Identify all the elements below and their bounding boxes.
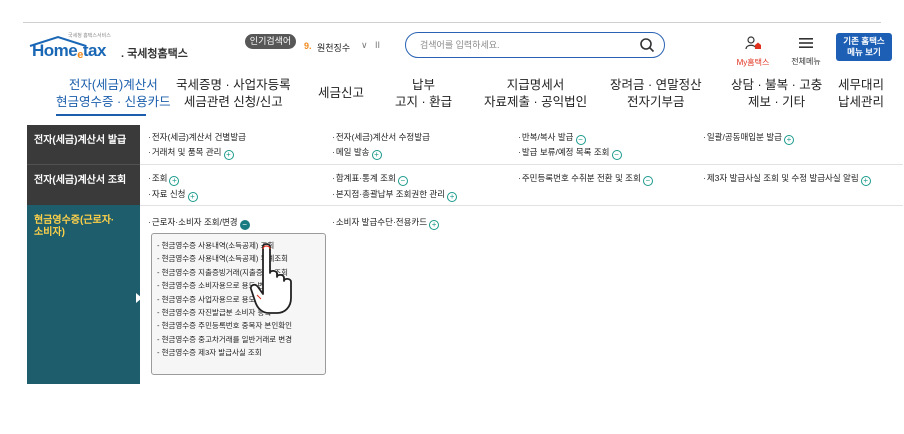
logo-org-name: . 국세청홈택스	[121, 48, 188, 60]
nav-consulting-line1: 상담 · 불복 · 고충	[731, 78, 823, 92]
submenu-item[interactable]: - 현금영수증 중고차거래를 일반거래로 변경	[157, 333, 325, 346]
nav-e-invoice[interactable]: 전자(세금)계산서 현금영수증 · 신용카드	[56, 77, 171, 111]
top-divider	[23, 22, 881, 23]
plus-icon: +	[783, 135, 794, 145]
link-invoice-single-issue[interactable]: 전자(세금)계산서 건별발급	[148, 131, 246, 143]
link-bulk-purchase-issue[interactable]: 일괄/공동매입분 발급+	[703, 131, 794, 145]
link-partner-item-manage[interactable]: 거래처 및 품목 관리+	[148, 146, 234, 160]
minus-icon: −	[642, 176, 653, 186]
nav-consulting[interactable]: 상담 · 불복 · 고충 제보 · 기타	[731, 77, 822, 111]
link-consumer-card[interactable]: 소비자 발급수단·전용카드+	[332, 216, 440, 230]
search-input[interactable]	[420, 37, 630, 53]
link-invoice-amend[interactable]: 전자(세금)계산서 수정발급	[332, 131, 430, 143]
plus-icon: +	[187, 192, 198, 202]
nav-tax-agent[interactable]: 세무대리 납세관리	[838, 77, 884, 111]
section-cash-receipt[interactable]: 현금영수증(근로자· 소비자)	[27, 205, 140, 384]
link-branch-permission[interactable]: 본지점·총괄납부 조회권한 관리+	[332, 188, 458, 202]
plus-icon: +	[223, 150, 234, 160]
link-hold-scheduled-list[interactable]: 발급 보류/예정 목록 조회−	[518, 146, 622, 160]
chevron-down-icon[interactable]: ∨	[361, 40, 368, 51]
minus-icon: −	[239, 220, 250, 230]
submenu-item[interactable]: - 현금영수증 제3자 발급사실 조회	[157, 346, 325, 359]
nav-tax-agent-line2: 납세관리	[838, 95, 885, 109]
plus-icon: +	[371, 150, 382, 160]
plus-icon: +	[860, 176, 871, 186]
nav-payment-statement-line1: 지급명세서	[506, 78, 565, 92]
section-e-invoice-inquiry[interactable]: 전자(세금)계산서 조회	[27, 164, 140, 205]
submenu-pointer	[136, 293, 142, 303]
nav-payment-statement-line2: 자료제출 · 공익법인	[484, 95, 588, 109]
plus-icon: +	[447, 192, 458, 202]
section-cash-receipt-label-line1: 현금영수증(근로자·	[34, 215, 115, 226]
section-e-invoice-issue-label: 전자(세금)계산서 발급	[34, 135, 127, 146]
nav-incentives-line2: 전자기부금	[627, 95, 685, 109]
minus-icon: −	[575, 135, 586, 145]
link-data-request[interactable]: 자료 신청+	[148, 188, 198, 202]
legacy-menu-line2: 메뉴 보기	[847, 47, 881, 57]
link-resident-number-convert[interactable]: 주민등록번호 수취분 전환 및 조회−	[518, 172, 653, 186]
popular-rank-term[interactable]: 원천징수	[317, 41, 350, 54]
link-inquiry[interactable]: 조회+	[148, 172, 180, 186]
link-summary-stats[interactable]: 합계표·통계 조회−	[332, 172, 408, 186]
nav-tax-agent-line1: 세무대리	[838, 78, 885, 92]
legacy-menu-button[interactable]: 기존 홈택스 메뉴 보기	[836, 33, 892, 61]
nav-certificates-line2: 세금관련 신청/신고	[183, 95, 283, 109]
search-icon[interactable]	[639, 37, 655, 53]
section-e-invoice-inquiry-label: 전자(세금)계산서 조회	[34, 175, 127, 186]
submenu-item[interactable]: - 현금영수증 주민등록번호 중복자 본인확인	[157, 319, 325, 332]
nav-active-underline	[56, 114, 146, 116]
nav-payment-line2: 고지 · 환급	[395, 95, 453, 109]
row-divider	[140, 205, 903, 206]
popular-rank-number: 9.	[304, 41, 312, 51]
all-menu-button[interactable]: 전체메뉴	[789, 36, 823, 67]
link-consumer-inquiry-change[interactable]: 근로자·소비자 조회/변경−	[148, 216, 250, 230]
search-box	[405, 32, 665, 58]
nav-incentives-line1: 장려금 · 연말정산	[610, 78, 702, 92]
link-repeat-copy-issue[interactable]: 반복/복사 발급−	[518, 131, 586, 145]
pause-icon[interactable]: II	[375, 40, 380, 50]
nav-incentives[interactable]: 장려금 · 연말정산 전자기부금	[610, 77, 702, 111]
logo-wordmark: Homeetax	[32, 41, 106, 61]
minus-icon: −	[397, 176, 408, 186]
row-divider	[140, 164, 903, 165]
popular-search-badge: 인기검색어	[245, 34, 296, 49]
minus-icon: −	[611, 150, 622, 160]
section-e-invoice-issue[interactable]: 전자(세금)계산서 발급	[27, 125, 140, 164]
link-third-party-issue[interactable]: 제3자 발급사실 조회 및 수정 발급사실 알림+	[703, 172, 871, 186]
nav-certificates[interactable]: 국세증명 · 사업자등록 세금관련 신청/신고	[176, 77, 291, 111]
plus-icon: +	[429, 220, 440, 230]
user-home-icon	[745, 36, 761, 50]
nav-consulting-line2: 제보 · 기타	[748, 95, 806, 109]
my-hometax-label: My홈택스	[736, 58, 770, 67]
section-cash-receipt-label-line2: 소비자)	[34, 227, 65, 238]
nav-payment-line1: 납부	[412, 78, 436, 92]
nav-e-invoice-line1: 전자(세금)계산서	[68, 78, 158, 92]
nav-e-invoice-line2: 현금영수증 · 신용카드	[56, 95, 171, 109]
all-menu-label: 전체메뉴	[791, 57, 821, 66]
nav-tax-filing-line1: 세금신고	[318, 86, 365, 100]
link-mail-send[interactable]: 메일 발송+	[332, 146, 382, 160]
nav-certificates-line1: 국세증명 · 사업자등록	[176, 78, 291, 92]
my-hometax-button[interactable]: My홈택스	[733, 36, 773, 68]
plus-icon: +	[169, 176, 180, 186]
nav-payment-statement[interactable]: 지급명세서 자료제출 · 공익법인	[484, 77, 587, 111]
hometax-logo[interactable]: 국세청 홈택스서비스 Homeetax . 국세청홈택스	[26, 32, 188, 66]
nav-payment[interactable]: 납부 고지 · 환급	[395, 77, 452, 111]
hamburger-icon	[799, 38, 813, 48]
legacy-menu-line1: 기존 홈택스	[843, 36, 885, 46]
pointing-hand-icon	[249, 243, 292, 314]
nav-tax-filing[interactable]: 세금신고	[318, 85, 364, 102]
